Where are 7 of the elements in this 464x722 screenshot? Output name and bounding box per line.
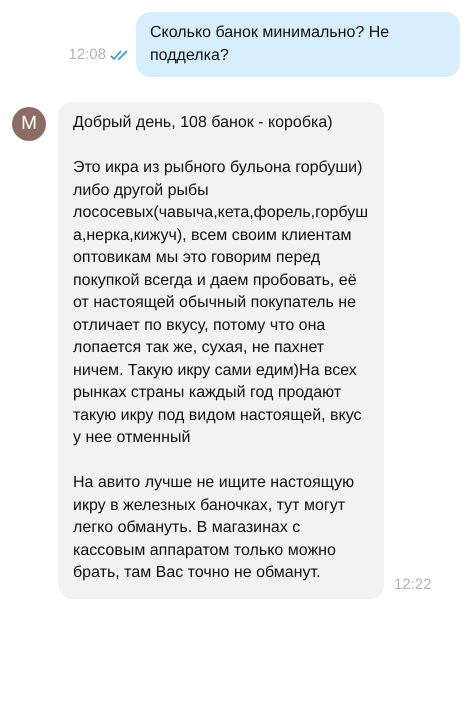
avatar[interactable]: M: [12, 107, 46, 141]
message-time: 12:08: [68, 46, 106, 63]
message-paragraph: Это икра из рыбного бульона горбуши) либо другой рыбы лососевых(чавыча,кета,форель,горбуша,нерка,кижуч), всем своим клиентам оптовикам мы это говорим перед покупкой всегда и даем пробовать, её от настоящей обычный покупатель не отличает по вкусу, потому что она лопается так же, сухая, не пахнет ничем. Такую икру сами едим)На всех рынках страны каждый год продают такую икру под видом настоящей, вкус у нее отменный: [73, 158, 370, 448]
message-time: 12:22: [394, 576, 432, 592]
outgoing-message: Сколько банок минимально? Не подделка?: [136, 12, 460, 77]
message-paragraph: Добрый день, 108 банок - коробка): [73, 113, 334, 133]
message-paragraph: На авито лучше не ищите настоящую икру в железных баночках, тут могут легко обмануть. В магазинах с кассовым аппаратом только можно брать, там Вас точно не обманут.: [73, 473, 356, 583]
